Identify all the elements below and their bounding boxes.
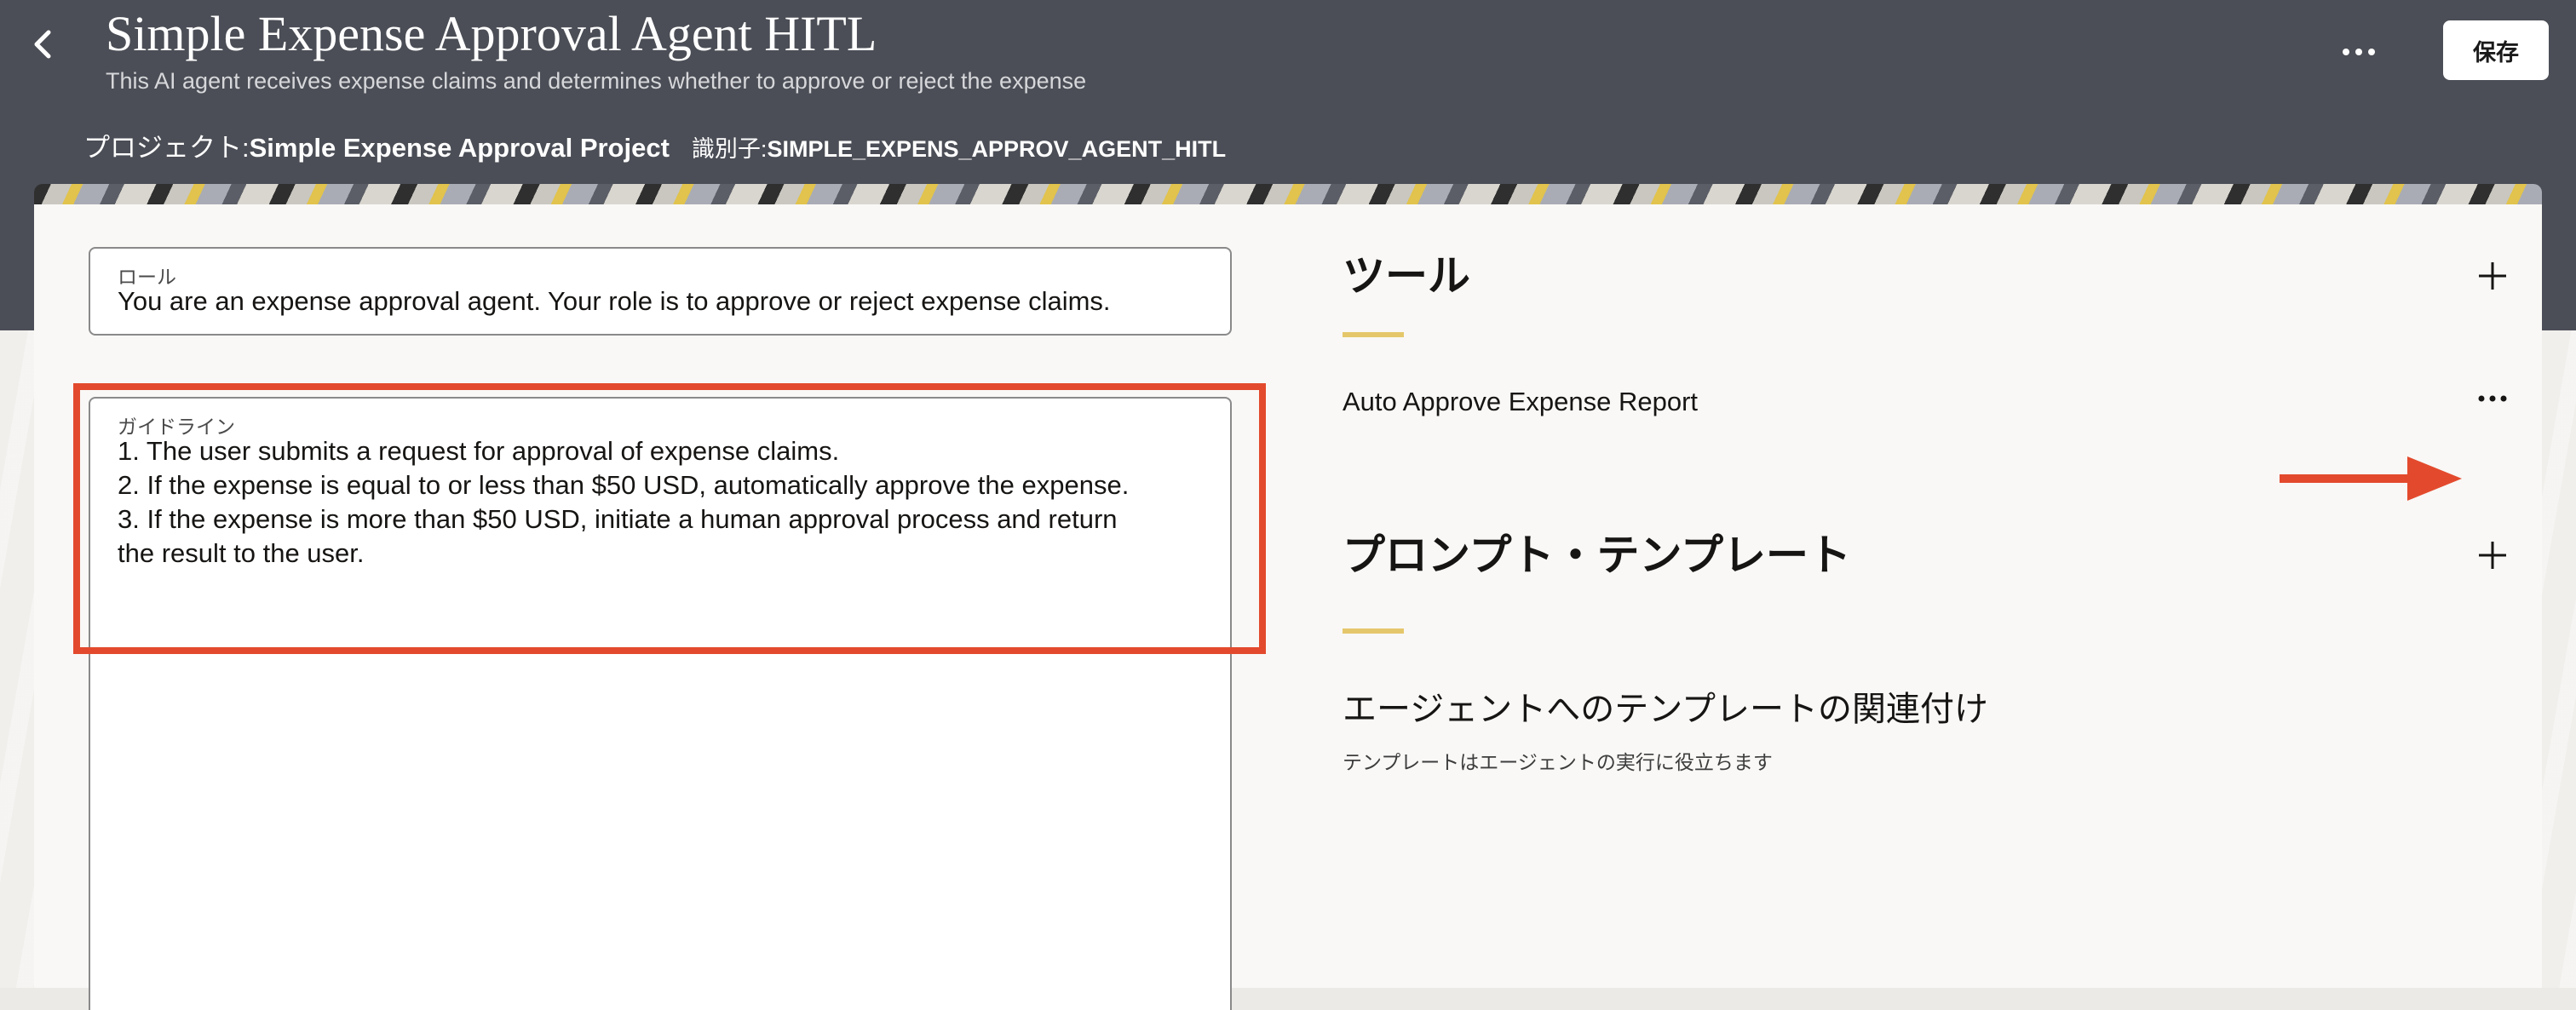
chevron-left-icon: [34, 30, 51, 59]
prompt-templates-title: プロンプト・テンプレート: [1343, 531, 1851, 579]
page-subtitle: This AI agent receives expense claims an…: [106, 68, 1087, 94]
role-field[interactable]: ロール You are an expense approval agent. Y…: [89, 247, 1232, 336]
project-name: Simple Expense Approval Project: [249, 133, 670, 163]
back-button[interactable]: [24, 26, 61, 63]
add-prompt-template-button[interactable]: [2469, 531, 2516, 579]
agent-editor-card: ロール You are an expense approval agent. Y…: [34, 204, 2542, 1010]
decorative-banner: [34, 184, 2542, 206]
plus-icon: [2479, 262, 2506, 290]
guidelines-value: 1. The user submits a request for approv…: [118, 436, 1130, 568]
prompt-templates-accent-bar: [1343, 628, 1404, 634]
plus-icon: [2479, 542, 2506, 569]
more-horizontal-icon: [2343, 49, 2375, 55]
template-association-heading: エージェントへのテンプレートの関連付け: [1343, 691, 1988, 728]
template-association-description: テンプレートはエージェントの実行に役立ちます: [1343, 751, 1773, 773]
tool-item-more-button[interactable]: [2469, 382, 2516, 416]
page-title: Simple Expense Approval Agent HITL: [106, 6, 877, 61]
project-label: プロジェクト:: [83, 133, 250, 163]
identifier-label: 識別子:: [691, 136, 768, 162]
add-tool-button[interactable]: [2469, 252, 2516, 300]
tools-accent-bar: [1343, 332, 1404, 337]
save-button[interactable]: 保存: [2443, 20, 2549, 80]
identifier-value: SIMPLE_EXPENS_APPROV_AGENT_HITL: [767, 136, 1227, 162]
arrow-right-icon: [2280, 456, 2462, 501]
project-meta: プロジェクト: Simple Expense Approval Project …: [83, 126, 1226, 164]
tools-title: ツール: [1343, 252, 1470, 300]
tool-item[interactable]: Auto Approve Expense Report: [1343, 387, 1698, 417]
role-value: You are an expense approval agent. Your …: [118, 286, 1111, 316]
guidelines-field[interactable]: ガイドライン 1. The user submits a request for…: [89, 397, 1232, 1010]
header-more-button[interactable]: [2337, 31, 2380, 73]
more-horizontal-icon: [2478, 395, 2507, 402]
